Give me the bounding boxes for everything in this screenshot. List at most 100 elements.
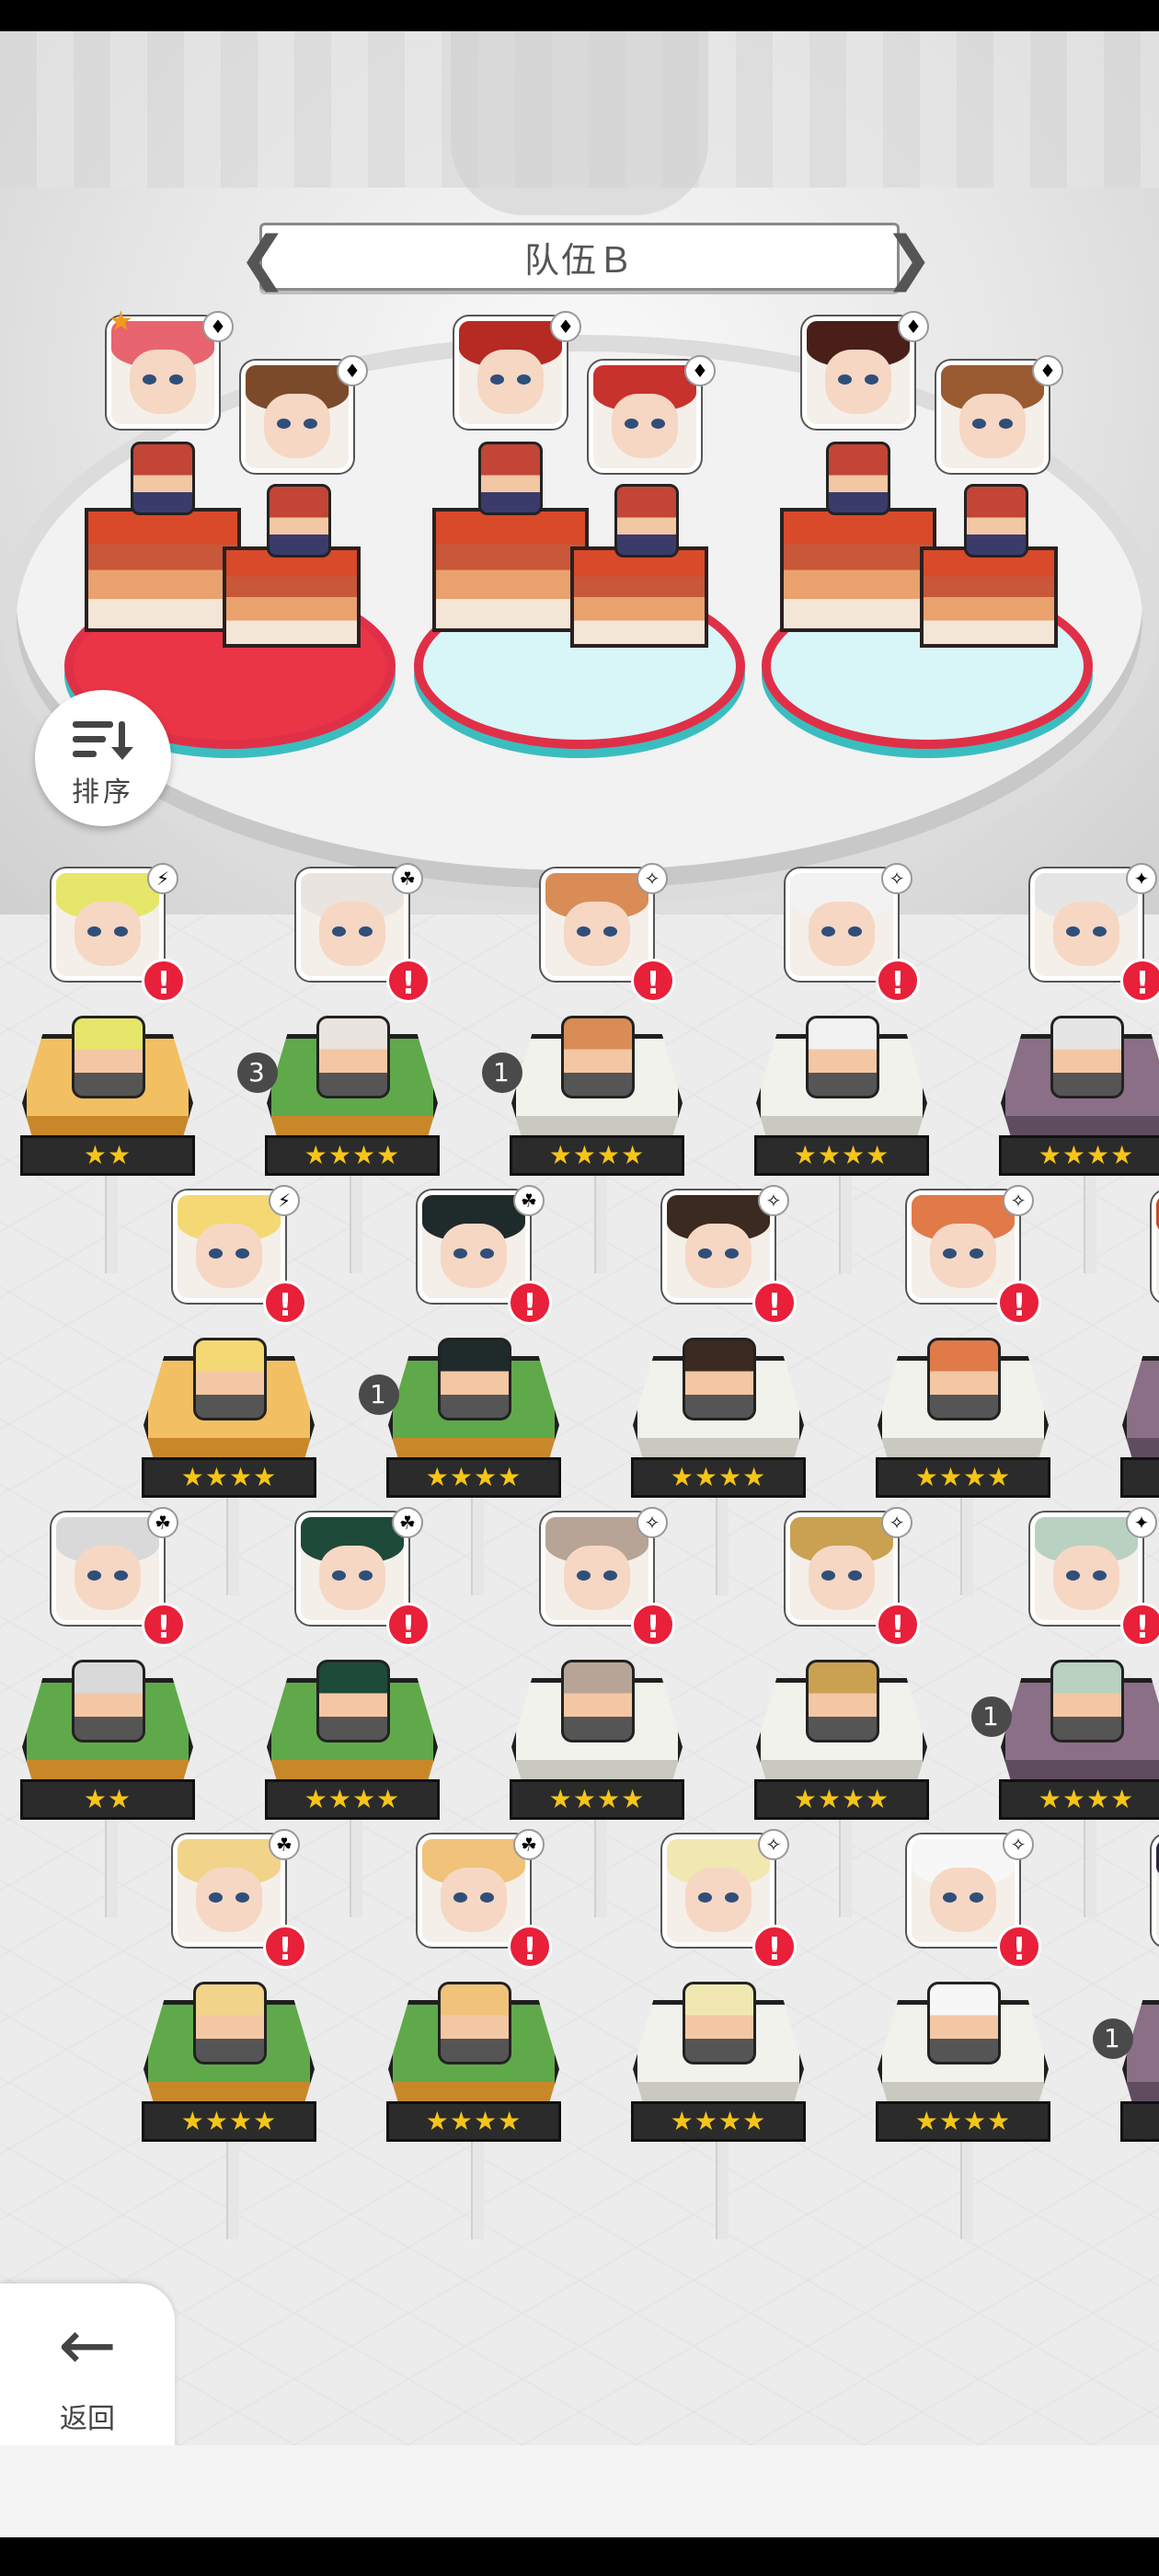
new-alert-badge: ! xyxy=(263,1925,307,1969)
character-portrait[interactable] xyxy=(662,1834,775,1947)
character-sprite[interactable] xyxy=(1050,1660,1124,1742)
slot-block xyxy=(920,546,1058,648)
new-alert-badge: ! xyxy=(142,1603,186,1647)
character-sprite[interactable] xyxy=(438,1982,511,2064)
arena-ornament xyxy=(451,31,708,215)
character-portrait[interactable] xyxy=(418,1834,530,1947)
star-rating: ★★★★ xyxy=(265,1779,440,1820)
character-sprite[interactable] xyxy=(806,1660,879,1742)
character-sprite[interactable] xyxy=(806,1016,879,1098)
new-alert-badge: ! xyxy=(997,1281,1041,1325)
next-team-arrow-icon[interactable]: ❯ xyxy=(884,222,934,295)
star-rating: ★★★★ xyxy=(1120,2101,1159,2142)
character-sprite[interactable] xyxy=(683,1982,756,2064)
new-alert-badge: ! xyxy=(386,1603,430,1647)
attribute-icon: ☘ xyxy=(392,863,423,894)
character-portrait[interactable] xyxy=(296,868,408,981)
character-portrait[interactable] xyxy=(786,868,898,981)
portrait-face xyxy=(441,1224,507,1288)
character-sprite[interactable] xyxy=(131,442,195,515)
character-portrait[interactable] xyxy=(418,1190,530,1303)
character-sprite[interactable] xyxy=(927,1338,1001,1420)
character-sprite[interactable] xyxy=(316,1660,390,1742)
attribute-icon: ⚡ xyxy=(269,1185,300,1216)
character-sprite[interactable] xyxy=(267,484,331,558)
pedestal-stand xyxy=(471,2138,484,2239)
sort-icon xyxy=(73,721,133,760)
character-portrait[interactable] xyxy=(541,1512,653,1625)
character-portrait[interactable] xyxy=(173,1834,285,1947)
character-portrait[interactable] xyxy=(1030,868,1142,981)
pedestal-stand xyxy=(105,1172,118,1273)
character-portrait[interactable] xyxy=(802,316,914,429)
portrait-face xyxy=(612,394,678,458)
attribute-icon: ✧ xyxy=(1003,1829,1034,1860)
attribute-icon: ☘ xyxy=(269,1829,300,1860)
attribute-icon: ☘ xyxy=(513,1185,545,1216)
character-sprite[interactable] xyxy=(193,1338,267,1420)
character-sprite[interactable] xyxy=(193,1982,267,2064)
sort-button[interactable]: 排序 xyxy=(35,690,171,826)
portrait-face xyxy=(930,1868,996,1932)
back-button[interactable]: ← 返回 xyxy=(0,2283,175,2467)
character-portrait[interactable] xyxy=(541,868,653,981)
new-alert-badge: ! xyxy=(1120,959,1159,1003)
new-alert-badge: ! xyxy=(752,1281,797,1325)
slot-block xyxy=(570,546,708,648)
character-portrait[interactable] xyxy=(907,1190,1019,1303)
character-portrait[interactable] xyxy=(907,1834,1019,1947)
attribute-icon: ✧ xyxy=(637,863,668,894)
character-sprite[interactable] xyxy=(438,1338,511,1420)
portrait-face xyxy=(564,1546,630,1610)
star-rating: ★★★★ xyxy=(754,1135,929,1176)
character-portrait[interactable] xyxy=(52,868,164,981)
character-portrait[interactable] xyxy=(454,316,567,429)
new-alert-badge: ! xyxy=(1120,1603,1159,1647)
character-sprite[interactable] xyxy=(561,1016,635,1098)
pedestal-stand xyxy=(716,2138,729,2239)
attribute-icon: ✧ xyxy=(881,863,912,894)
character-sprite[interactable] xyxy=(72,1016,145,1098)
star-rating: ★★★★ xyxy=(510,1779,684,1820)
character-portrait[interactable] xyxy=(1152,1834,1159,1947)
character-sprite[interactable] xyxy=(683,1338,756,1420)
character-portrait[interactable] xyxy=(936,361,1049,473)
character-sprite[interactable] xyxy=(478,442,543,515)
star-rating: ★★★★ xyxy=(876,1457,1050,1498)
character-sprite[interactable] xyxy=(614,484,679,558)
character-portrait[interactable] xyxy=(1030,1512,1142,1625)
star-rating: ★★★★ xyxy=(876,2101,1050,2142)
pedestal-stand xyxy=(226,1494,239,1595)
portrait-face xyxy=(959,394,1026,458)
pedestal-stand xyxy=(471,1494,484,1595)
star-rating: ★★★★ xyxy=(142,1457,316,1498)
character-portrait[interactable] xyxy=(589,361,701,473)
character-sprite[interactable] xyxy=(1050,1016,1124,1098)
prev-team-arrow-icon[interactable]: ❮ xyxy=(238,222,288,295)
duplicate-count-badge: 1 xyxy=(482,1052,522,1093)
pedestal-stand xyxy=(594,1172,607,1273)
attribute-icon: ✧ xyxy=(758,1185,789,1216)
character-portrait[interactable] xyxy=(241,361,353,473)
character-sprite[interactable] xyxy=(964,484,1028,558)
character-sprite[interactable] xyxy=(72,1660,145,1742)
pedestal-stand xyxy=(839,1172,852,1273)
character-sprite[interactable] xyxy=(561,1660,635,1742)
character-portrait[interactable] xyxy=(1152,1190,1159,1303)
character-portrait[interactable] xyxy=(296,1512,408,1625)
portrait-face xyxy=(264,394,330,458)
character-portrait[interactable] xyxy=(662,1190,775,1303)
character-sprite[interactable] xyxy=(927,1982,1001,2064)
character-portrait[interactable] xyxy=(786,1512,898,1625)
star-rating: ★★★★ xyxy=(265,1135,440,1176)
character-portrait[interactable] xyxy=(173,1190,285,1303)
attribute-icon: ⚡ xyxy=(147,863,178,894)
portrait-face xyxy=(564,902,630,966)
duplicate-count-badge: 3 xyxy=(237,1052,278,1093)
character-sprite[interactable] xyxy=(826,442,890,515)
attribute-icon: ✦ xyxy=(1126,1507,1157,1538)
new-alert-badge: ! xyxy=(631,959,675,1003)
character-sprite[interactable] xyxy=(316,1016,390,1098)
character-portrait[interactable] xyxy=(52,1512,164,1625)
slot-block xyxy=(85,508,241,632)
